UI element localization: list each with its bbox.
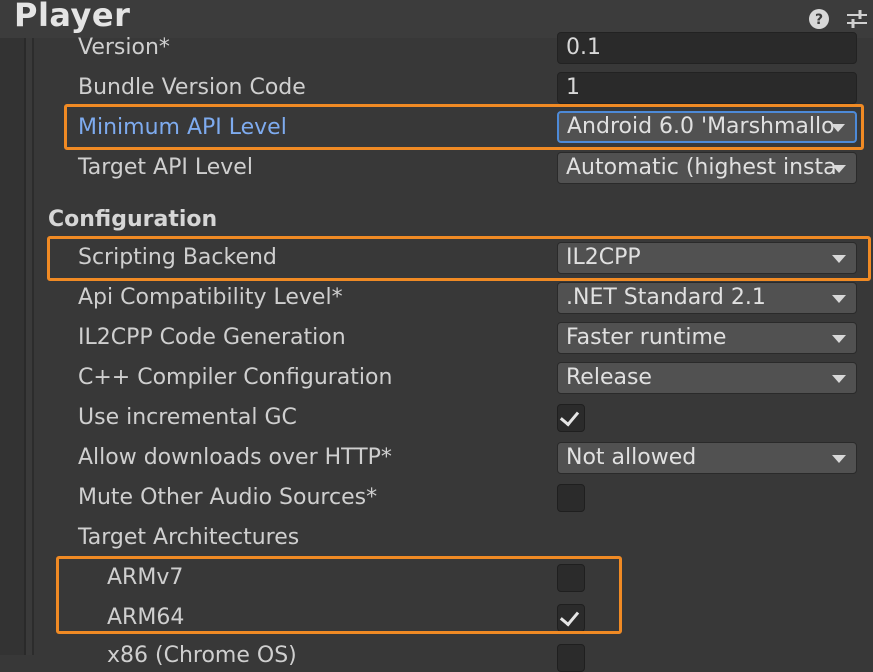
mute-audio-label: Mute Other Audio Sources* bbox=[78, 485, 378, 510]
target-api-level-value: Automatic (highest insta bbox=[566, 155, 837, 180]
api-compatibility-label: Api Compatibility Level* bbox=[78, 285, 343, 310]
version-field[interactable]: 0.1 bbox=[557, 32, 857, 64]
help-icon[interactable]: ? bbox=[808, 8, 830, 30]
il2cpp-codegen-dropdown[interactable]: Faster runtime bbox=[557, 322, 857, 354]
target-api-level-dropdown[interactable]: Automatic (highest insta bbox=[557, 152, 857, 184]
http-downloads-dropdown[interactable]: Not allowed bbox=[557, 442, 857, 474]
preset-sliders-icon[interactable] bbox=[845, 8, 867, 30]
highlight-target-architectures bbox=[56, 556, 622, 634]
api-compatibility-dropdown[interactable]: .NET Standard 2.1 bbox=[557, 282, 857, 314]
incremental-gc-checkbox[interactable] bbox=[557, 404, 585, 432]
chevron-down-icon bbox=[832, 295, 846, 303]
mute-audio-checkbox[interactable] bbox=[557, 484, 585, 512]
cpp-compiler-label: C++ Compiler Configuration bbox=[78, 365, 393, 390]
il2cpp-codegen-label: IL2CPP Code Generation bbox=[78, 325, 346, 350]
highlight-minimum-api-level bbox=[64, 104, 864, 150]
incremental-gc-label: Use incremental GC bbox=[78, 405, 297, 430]
target-architectures-label: Target Architectures bbox=[78, 525, 300, 550]
highlight-scripting-backend bbox=[47, 236, 871, 281]
inspector-gutter bbox=[0, 38, 26, 655]
svg-text:?: ? bbox=[815, 12, 823, 28]
chevron-down-icon bbox=[832, 165, 846, 173]
http-downloads-label: Allow downloads over HTTP* bbox=[78, 445, 392, 470]
api-compatibility-value: .NET Standard 2.1 bbox=[566, 285, 766, 310]
version-label: Version* bbox=[78, 35, 170, 60]
page-title: Player bbox=[14, 0, 131, 34]
target-api-level-label: Target API Level bbox=[78, 155, 253, 180]
bundle-version-code-label: Bundle Version Code bbox=[78, 75, 306, 100]
cpp-compiler-dropdown[interactable]: Release bbox=[557, 362, 857, 394]
chevron-down-icon bbox=[832, 375, 846, 383]
cpp-compiler-value: Release bbox=[566, 365, 652, 390]
il2cpp-codegen-value: Faster runtime bbox=[566, 325, 727, 350]
configuration-section-title: Configuration bbox=[48, 207, 218, 232]
foldout-indent bbox=[26, 38, 34, 655]
bundle-version-code-field[interactable]: 1 bbox=[557, 72, 857, 104]
chevron-down-icon bbox=[832, 455, 846, 463]
x86-checkbox[interactable] bbox=[557, 644, 585, 672]
checkmark-icon bbox=[559, 406, 580, 427]
chevron-down-icon bbox=[832, 335, 846, 343]
x86-label: x86 (Chrome OS) bbox=[107, 643, 297, 668]
http-downloads-value: Not allowed bbox=[566, 445, 697, 470]
